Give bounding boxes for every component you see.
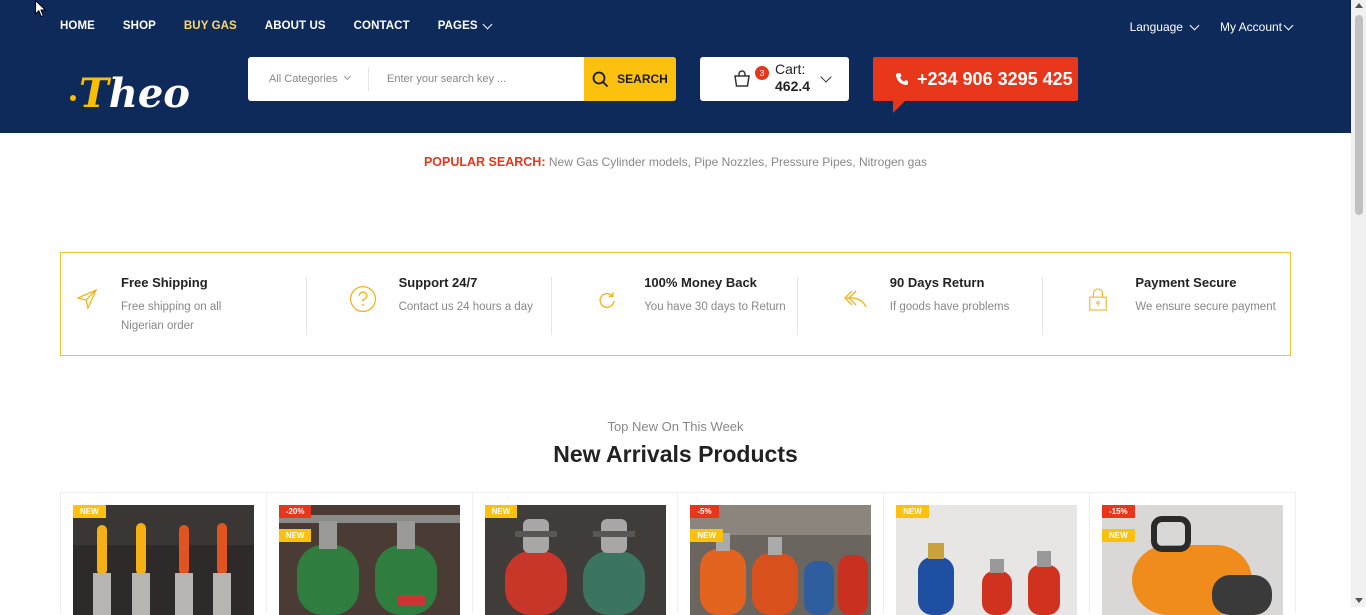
chevron-down-icon [1189,20,1200,30]
popular-search: POPULAR SEARCH: New Gas Cylinder models,… [0,155,1351,169]
feature-desc: If goods have problems [889,301,1010,313]
phone-callout[interactable]: +234 906 3295 425 [873,57,1078,113]
logo-dot [70,95,76,101]
product-image[interactable]: NEW [73,505,254,615]
feature-desc: Free shipping on all Nigerian order [121,301,222,332]
new-badge: NEW [690,529,724,542]
language-dropdown[interactable]: Language [1130,20,1200,34]
search-bar: All Categories SEARCH [248,57,676,101]
feature-free-shipping: Free Shipping Free shipping on all Niger… [61,253,307,355]
cart-amount: 462.4 [775,78,811,94]
lock-icon [1089,288,1108,311]
nav-about-us[interactable]: ABOUT US [265,20,326,32]
product-card[interactable]: -5% NEW [678,493,885,615]
discount-badge: -20% [278,505,312,518]
feature-support: Support 24/7 Contact us 24 hours a day [307,253,553,355]
product-card[interactable]: NEW [473,493,679,615]
callout-tail [893,101,905,113]
product-card[interactable]: NEW [61,493,267,615]
search-icon [592,71,609,87]
red-green-cylinders-image [484,505,666,615]
category-select[interactable]: All Categories [248,67,369,91]
cart-button[interactable]: 3 Cart: 462.4 [700,57,849,101]
header-utility: Language My Account [1130,20,1294,34]
phone-number: +234 906 3295 425 [917,68,1073,89]
popular-search-terms[interactable]: New Gas Cylinder models, Pipe Nozzles, P… [549,155,927,169]
product-grid: NEW -20% NEW NEW -5% NEW NEW -15% NEW [60,492,1296,615]
product-card[interactable]: -15% NEW [1090,493,1296,615]
page-scrollbar[interactable] [1351,0,1366,607]
cart-label: Cart: [775,61,806,77]
chevron-down-icon [1283,20,1294,30]
feature-title: Free Shipping [121,275,208,290]
product-image[interactable]: -15% NEW [1101,505,1283,615]
account-dropdown[interactable]: My Account [1220,20,1294,34]
feature-title: Support 24/7 [398,275,478,290]
cart-summary: Cart: 462.4 [775,61,810,95]
product-card[interactable]: NEW [884,493,1090,615]
section-subtitle: Top New On This Week [607,419,744,434]
phone-icon [896,73,908,85]
feature-title: 100% Money Back [644,275,757,290]
new-badge: NEW [1101,529,1135,542]
blue-red-cylinders-image [896,505,1078,615]
reply-arrow-icon [843,290,867,308]
paper-plane-icon [76,288,98,310]
product-image[interactable]: NEW [484,505,666,615]
chevron-down-icon [344,72,352,81]
scroll-down-arrow-icon[interactable] [1355,598,1363,603]
main-nav: HOME SHOP BUY GAS ABOUT US CONTACT PAGES [60,19,519,32]
question-circle-icon [349,285,376,313]
product-image[interactable]: -5% NEW [690,505,872,615]
feature-payment-secure: Payment Secure We ensure secure payment [1043,253,1290,355]
search-input[interactable] [369,57,584,101]
refresh-icon [599,292,615,309]
feature-return: 90 Days Return If goods have problems [798,253,1044,355]
scroll-thumb[interactable] [1355,15,1363,215]
discount-badge: -15% [1101,505,1135,518]
site-logo[interactable]: Theo [70,74,190,114]
discount-badge: -5% [690,505,719,518]
feature-title: Payment Secure [1135,275,1237,290]
product-card[interactable]: -20% NEW [267,493,473,615]
feature-title: 90 Days Return [889,275,985,290]
nav-pages[interactable]: PAGES [438,19,493,32]
product-image[interactable]: -20% NEW [278,505,460,615]
new-badge: NEW [73,505,106,518]
nav-shop[interactable]: SHOP [123,20,156,32]
feature-desc: Contact us 24 hours a day [398,301,533,313]
chevron-down-icon [820,71,832,83]
product-image[interactable]: NEW [896,505,1078,615]
site-header: HOME SHOP BUY GAS ABOUT US CONTACT PAGES… [0,0,1351,133]
orange-cylinders-image [690,505,872,615]
nav-contact[interactable]: CONTACT [354,20,410,32]
section-title: New Arrivals Products [553,441,798,467]
mouse-cursor-icon [35,0,47,18]
scroll-up-arrow-icon[interactable] [1355,3,1363,8]
nav-home[interactable]: HOME [60,20,95,32]
popular-search-label: POPULAR SEARCH: [423,155,546,169]
orange-cylinder-image [1101,505,1283,615]
new-badge: NEW [278,529,312,542]
cart-count-badge: 3 [755,66,769,80]
feature-desc: You have 30 days to Return [644,301,786,313]
feature-desc: We ensure secure payment [1135,301,1276,313]
feature-money-back: 100% Money Back You have 30 days to Retu… [552,253,798,355]
shopping-bag-icon [734,70,750,87]
chevron-down-icon [482,19,493,29]
logo-text: Theo [79,70,190,117]
new-badge: NEW [896,505,929,518]
search-button[interactable]: SEARCH [584,57,676,101]
features-bar: Free Shipping Free shipping on all Niger… [60,252,1291,356]
green-cylinders-image [278,505,460,615]
nav-buy-gas[interactable]: BUY GAS [184,20,237,32]
nozzles-image [73,505,254,615]
new-badge: NEW [484,505,518,518]
